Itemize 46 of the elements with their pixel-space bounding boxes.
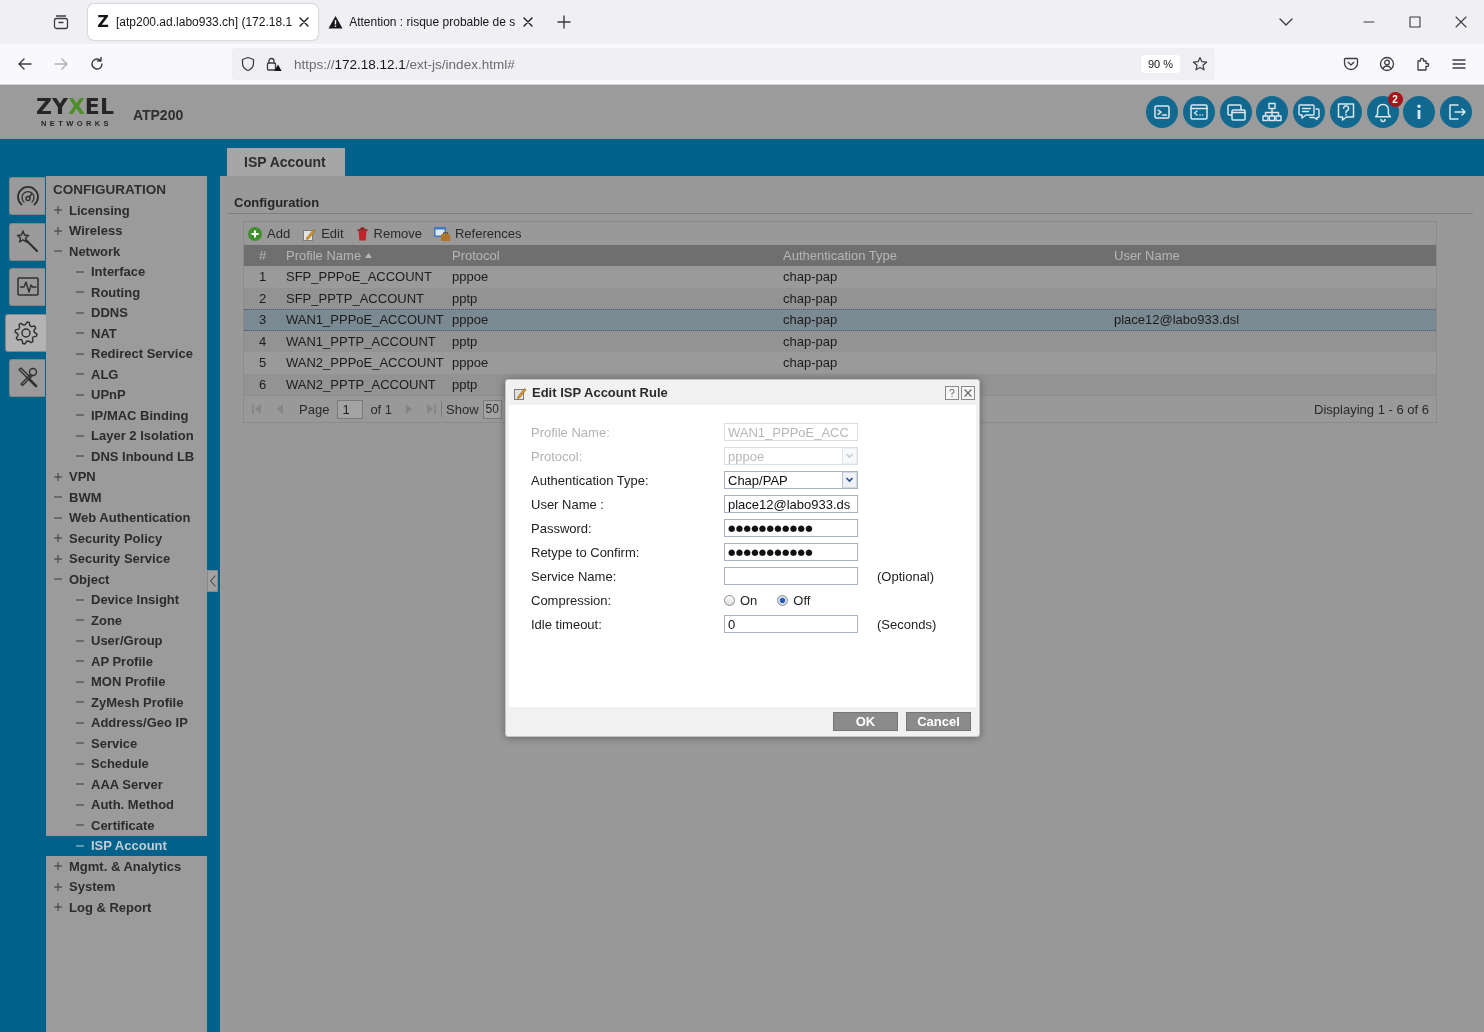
table-cell: pptp: [452, 290, 478, 306]
dialog-title: Edit ISP Account Rule: [532, 385, 668, 400]
brand-wordmark: ZYXEL: [36, 95, 114, 118]
table-cell: pppoe: [452, 312, 489, 328]
field-label: Retype to Confirm:: [531, 544, 640, 560]
site-favicon: Z: [96, 14, 110, 30]
table-cell: SFP_PPTP_ACCOUNT: [286, 290, 424, 306]
field-hint: (Seconds): [877, 616, 937, 632]
table-cell: chap-pap: [783, 269, 838, 285]
table-cell: WAN2_PPTP_ACCOUNT: [286, 376, 436, 392]
table-cell: chap-pap: [783, 290, 838, 306]
paging-summary: Displaying 1 - 6 of 6: [1314, 401, 1429, 417]
field-label: Authentication Type:: [531, 472, 649, 488]
field-label: Idle timeout:: [531, 616, 602, 632]
table-cell: 3: [258, 312, 267, 328]
field-label: Service Name:: [531, 568, 617, 584]
page-count: of 1: [370, 401, 393, 417]
field-label: Compression:: [531, 592, 612, 608]
page-size-label: Show: [446, 401, 479, 417]
table-cell: pptp: [452, 376, 478, 392]
table-cell: 5: [258, 355, 267, 371]
section-title: Configuration: [234, 195, 320, 210]
table-cell: SFP_PPPoE_ACCOUNT: [286, 269, 432, 285]
table-cell: 4: [258, 333, 267, 349]
table-cell: 2: [258, 290, 267, 306]
table-cell: place12@labo933.dsl: [1114, 312, 1240, 328]
menu-heading: CONFIGURATION: [52, 181, 167, 199]
device-model: ATP200: [132, 107, 184, 123]
table-cell: 1: [258, 269, 267, 285]
table-cell: pppoe: [452, 269, 489, 285]
field-hint: (Optional): [877, 568, 935, 584]
field-label: Protocol:: [531, 448, 583, 464]
table-cell: chap-pap: [783, 312, 838, 328]
table-cell: WAN1_PPTP_ACCOUNT: [286, 333, 436, 349]
table-cell: WAN2_PPPoE_ACCOUNT: [286, 355, 444, 371]
table-cell: pptp: [452, 333, 478, 349]
field-label: User Name :: [531, 496, 604, 512]
table-cell: 6: [258, 376, 267, 392]
page-label: Page: [299, 401, 330, 417]
table-cell: WAN1_PPPoE_ACCOUNT: [286, 312, 444, 328]
field-label: Password:: [531, 520, 592, 536]
table-cell: chap-pap: [783, 333, 838, 349]
field-label: Profile Name:: [531, 424, 610, 440]
table-cell: chap-pap: [783, 355, 838, 371]
table-cell: pppoe: [452, 355, 489, 371]
url-text: https://172.18.12.1/ext-js/index.html#: [294, 56, 515, 72]
